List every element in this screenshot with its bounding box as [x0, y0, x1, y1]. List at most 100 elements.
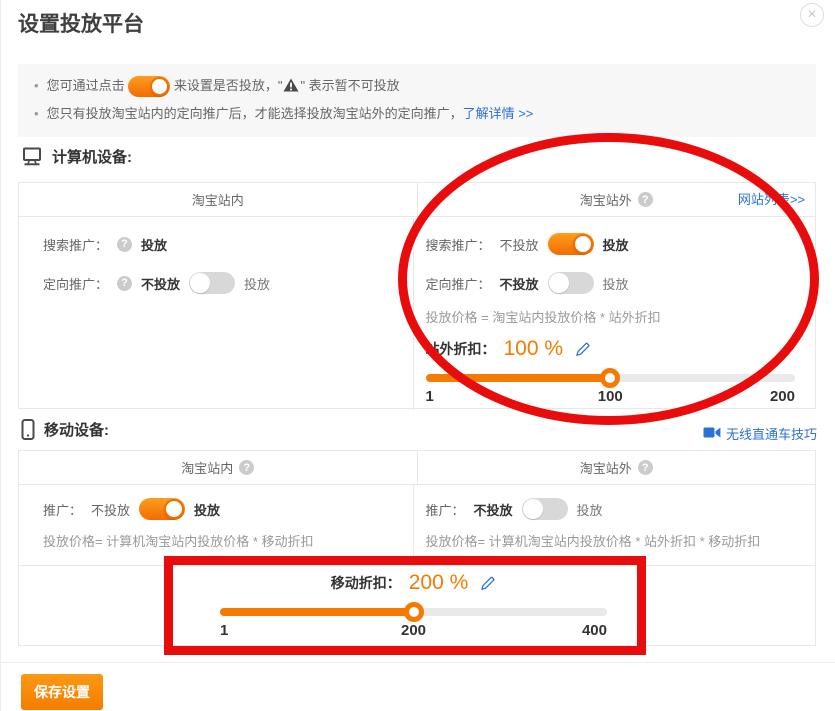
- smartphone-icon: [21, 419, 35, 440]
- discount-label: 移动折扣：: [331, 573, 401, 593]
- notice-text: 您只有投放淘宝站内的定向推广后，才能选择投放淘宝站外的定向推广，: [47, 106, 463, 121]
- on-label: 投放: [244, 274, 270, 293]
- monitor-icon: [21, 147, 43, 166]
- slider-max: 400: [582, 622, 607, 639]
- slider-current: 100: [598, 388, 623, 405]
- save-settings-button[interactable]: 保存设置: [21, 674, 103, 710]
- header-label: 淘宝站内: [192, 190, 244, 209]
- on-label: 投放: [194, 500, 220, 519]
- header-taobao-outside: 淘宝站外 ? 网站列表>>: [417, 183, 816, 216]
- price-formula: 投放价格 = 淘宝站内投放价格 * 站外折扣: [426, 308, 796, 328]
- mobile-discount-row: 移动折扣： 200 % 1 200 400: [19, 565, 815, 648]
- toggle-knob: [549, 273, 569, 293]
- slider-track[interactable]: [220, 608, 607, 616]
- warning-icon: [283, 75, 299, 101]
- discount-value: 100 %: [504, 337, 564, 361]
- slider-scale: 1 200 400: [220, 622, 607, 642]
- slider-scale: 1 100 200: [426, 388, 796, 408]
- slider-fill: [220, 608, 414, 616]
- header-taobao-inside: 淘宝站内 ?: [19, 451, 417, 484]
- off-label: 不投放: [474, 500, 513, 519]
- discount-value: 200 %: [409, 571, 469, 595]
- search-promo-toggle[interactable]: [548, 233, 594, 255]
- target-promo-toggle[interactable]: [548, 272, 594, 294]
- set-platform-dialog: 设置投放平台 × • 您可通过点击 来设置是否投放，" " 表示暂不可投放 • 您只有…: [0, 0, 835, 711]
- offsite-discount-slider: 1 100 200: [426, 374, 796, 408]
- help-icon[interactable]: ?: [239, 460, 254, 475]
- wireless-tips-link[interactable]: 无线直通车技巧: [726, 424, 817, 443]
- discount-label: 站外折扣：: [426, 339, 496, 359]
- toggle-knob: [164, 499, 184, 519]
- notice-line-2: • 您只有投放淘宝站内的定向推广后，才能选择投放淘宝站外的定向推广，了解详情 >>: [34, 101, 800, 127]
- off-label: 不投放: [500, 274, 539, 293]
- notice-line-1: • 您可通过点击 来设置是否投放，" " 表示暂不可投放: [34, 73, 800, 101]
- on-label: 投放: [577, 500, 603, 519]
- slider-min: 1: [220, 622, 228, 639]
- mobile-section-header: 移动设备:: [21, 419, 109, 440]
- mobile-section-title: 移动设备:: [44, 419, 109, 440]
- video-icon: [703, 426, 721, 442]
- toggle-knob: [150, 77, 169, 96]
- help-icon[interactable]: ?: [117, 276, 132, 291]
- bullet-icon: •: [34, 78, 39, 93]
- notice-box: • 您可通过点击 来设置是否投放，" " 表示暂不可投放 • 您只有投放淘宝站内的定向…: [18, 64, 816, 137]
- help-icon[interactable]: ?: [638, 460, 653, 475]
- header-label: 淘宝站外: [580, 190, 632, 209]
- computer-table-header: 淘宝站内 淘宝站外 ? 网站列表>>: [19, 183, 815, 217]
- computer-table: 淘宝站内 淘宝站外 ? 网站列表>> 搜索推广： ? 投放 定向推广： ? 不投…: [18, 182, 816, 409]
- row-label: 搜索推广：: [426, 235, 491, 254]
- search-promo-row: 搜索推广： ? 投放: [43, 232, 413, 256]
- price-formula: 投放价格= 计算机淘宝站内投放价格 * 站外折扣 * 移动折扣: [426, 532, 796, 552]
- header-label: 淘宝站内: [181, 458, 233, 477]
- slider-handle[interactable]: [404, 602, 424, 622]
- slider-handle[interactable]: [600, 368, 620, 388]
- row-label: 推广：: [43, 500, 82, 519]
- notice-text: " 表示暂不可投放: [300, 78, 399, 93]
- promo-row: 推广： 不投放 投放: [43, 497, 413, 521]
- price-formula: 投放价格= 计算机淘宝站内投放价格 * 移动折扣: [43, 532, 413, 552]
- header-label: 淘宝站外: [580, 458, 632, 477]
- notice-text: 您可通过点击: [47, 78, 125, 93]
- toggle-knob: [573, 234, 593, 254]
- mobile-tips: 无线直通车技巧: [703, 424, 817, 443]
- learn-more-link[interactable]: 了解详情 >>: [463, 106, 534, 121]
- help-icon[interactable]: ?: [638, 192, 653, 207]
- mobile-table-header: 淘宝站内 ? 淘宝站外 ?: [19, 451, 815, 485]
- target-promo-toggle[interactable]: [189, 272, 235, 294]
- row-label: 搜索推广：: [43, 235, 108, 254]
- slider-max: 200: [770, 388, 795, 405]
- mobile-outside-toggle[interactable]: [522, 498, 568, 520]
- close-icon[interactable]: ×: [800, 3, 824, 27]
- header-taobao-inside: 淘宝站内: [19, 183, 417, 216]
- off-label: 不投放: [141, 274, 180, 293]
- computer-inside-cell: 搜索推广： ? 投放 定向推广： ? 不投放 投放: [19, 217, 413, 410]
- mobile-inside-toggle[interactable]: [139, 498, 185, 520]
- site-list-link[interactable]: 网站列表>>: [738, 183, 805, 216]
- row-label: 定向推广：: [426, 274, 491, 293]
- row-value: 投放: [141, 235, 167, 254]
- promo-row: 推广： 不投放 投放: [426, 497, 796, 521]
- toggle-knob: [523, 499, 543, 519]
- mobile-inside-cell: 推广： 不投放 投放 投放价格= 计算机淘宝站内投放价格 * 移动折扣: [19, 485, 413, 565]
- header-taobao-outside: 淘宝站外 ?: [417, 451, 816, 484]
- edit-pencil-icon[interactable]: [480, 575, 496, 591]
- target-promo-row: 定向推广： ? 不投放 投放: [43, 271, 413, 295]
- notice-text: 来设置是否投放，": [174, 78, 283, 93]
- off-label: 不投放: [91, 500, 130, 519]
- edit-pencil-icon[interactable]: [575, 341, 591, 357]
- slider-fill: [426, 374, 611, 382]
- dialog-footer: 保存设置: [1, 662, 835, 711]
- off-label: 不投放: [500, 235, 539, 254]
- bullet-icon: •: [34, 106, 39, 121]
- mobile-outside-cell: 推广： 不投放 投放 投放价格= 计算机淘宝站内投放价格 * 站外折扣 * 移动…: [413, 485, 816, 565]
- toggle-example: [128, 76, 170, 97]
- computer-outside-cell: 搜索推广： 不投放 投放 定向推广： 不投放 投放 投放价格 = 淘宝站内投放价…: [413, 217, 816, 410]
- mobile-discount-slider: 1 200 400: [220, 608, 607, 642]
- offsite-discount-line: 站外折扣： 100 %: [426, 335, 796, 363]
- page-title: 设置投放平台: [18, 8, 144, 38]
- help-icon[interactable]: ?: [117, 237, 132, 252]
- slider-track[interactable]: [426, 374, 796, 382]
- mobile-discount-line: 移动折扣： 200 %: [220, 569, 607, 597]
- computer-section-title: 计算机设备:: [52, 146, 132, 167]
- toggle-knob: [190, 273, 210, 293]
